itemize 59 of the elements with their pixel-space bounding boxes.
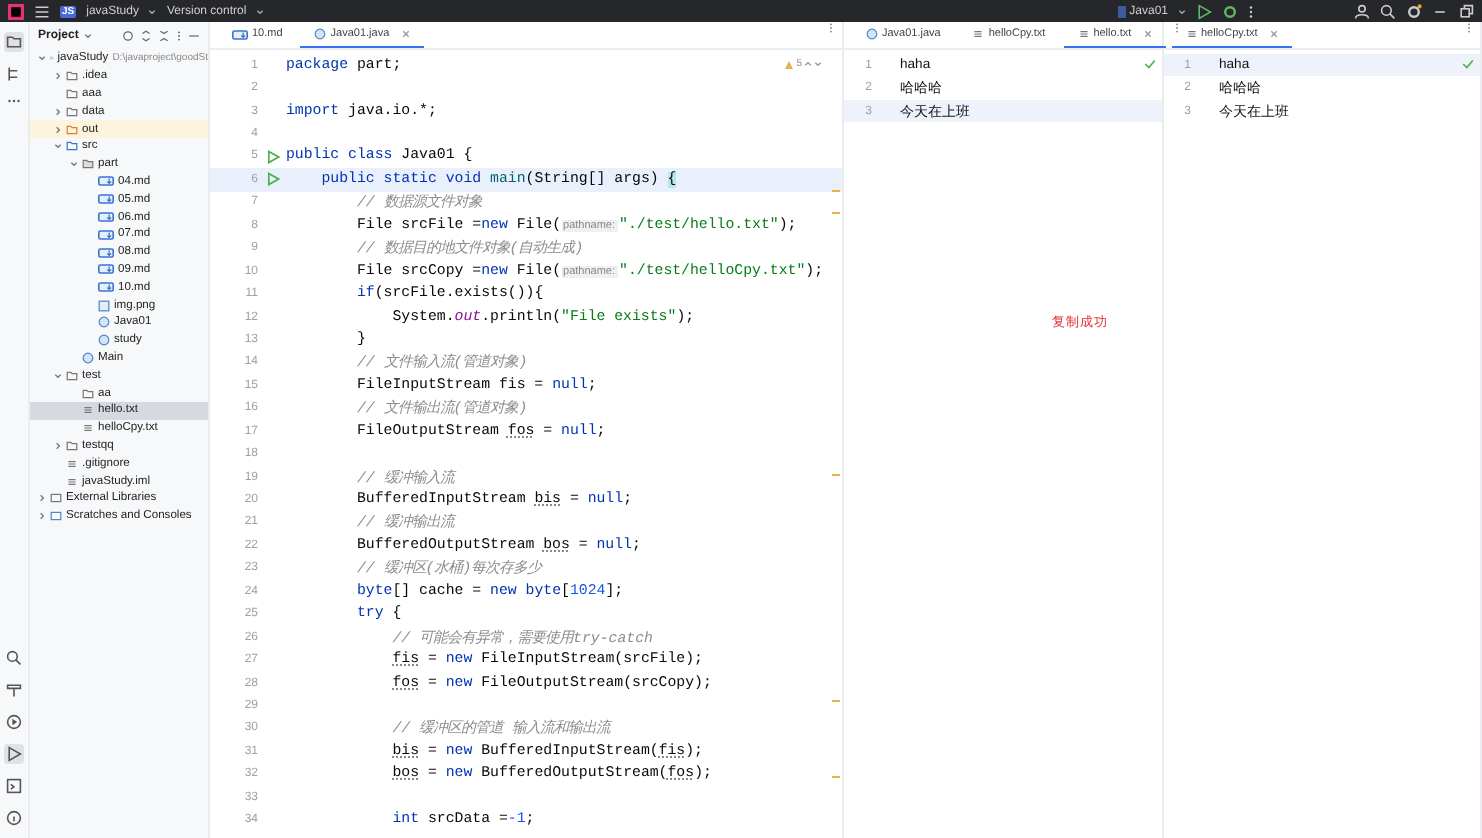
markdown-icon bbox=[232, 29, 248, 39]
chevron-icon[interactable] bbox=[38, 494, 46, 503]
hammer-icon[interactable] bbox=[4, 680, 24, 700]
person-icon[interactable] bbox=[1354, 3, 1370, 19]
search-icon[interactable] bbox=[4, 648, 24, 668]
chevron-down-icon[interactable] bbox=[1178, 7, 1186, 15]
chevron-down-icon[interactable] bbox=[148, 7, 157, 15]
chevron-down-icon[interactable] bbox=[84, 32, 93, 40]
markdown-icon bbox=[98, 229, 114, 240]
markdown-icon bbox=[98, 176, 114, 187]
collapse-all-icon[interactable] bbox=[158, 30, 170, 42]
run-icon[interactable] bbox=[265, 149, 279, 164]
folder-icon[interactable] bbox=[4, 32, 24, 52]
markdown-icon bbox=[98, 194, 114, 205]
library-icon bbox=[50, 492, 62, 505]
scratch-icon bbox=[50, 510, 62, 523]
class-icon bbox=[314, 28, 327, 40]
text-file-icon bbox=[1077, 28, 1090, 40]
settings-icon[interactable] bbox=[1406, 3, 1422, 19]
image-icon bbox=[98, 299, 110, 312]
chevron-icon[interactable] bbox=[54, 125, 62, 134]
check-icon bbox=[1143, 58, 1155, 70]
debug-icon[interactable] bbox=[1222, 3, 1238, 19]
search-icon[interactable] bbox=[1380, 3, 1396, 19]
run-icon[interactable] bbox=[1196, 3, 1212, 19]
services-icon[interactable] bbox=[4, 712, 24, 732]
class-icon bbox=[866, 28, 878, 40]
close-icon[interactable] bbox=[401, 30, 410, 38]
markdown-icon bbox=[98, 282, 114, 293]
chevron-icon[interactable] bbox=[54, 441, 62, 450]
expand-all-icon[interactable] bbox=[140, 30, 152, 42]
close-icon[interactable] bbox=[1143, 30, 1152, 38]
check-icon bbox=[1462, 58, 1474, 70]
chevron-up-icon[interactable] bbox=[804, 60, 812, 68]
more-icon[interactable] bbox=[1248, 3, 1254, 19]
menu-icon[interactable] bbox=[34, 3, 50, 19]
chevron-icon[interactable] bbox=[38, 512, 46, 521]
info-icon[interactable] bbox=[4, 808, 24, 828]
chevron-down-icon[interactable] bbox=[814, 60, 822, 68]
chevron-down-icon[interactable] bbox=[256, 7, 265, 15]
text-file-icon bbox=[66, 457, 78, 470]
more-icon[interactable] bbox=[4, 96, 24, 106]
folder-icon bbox=[66, 439, 78, 452]
text-file-icon bbox=[82, 422, 94, 435]
run-icon[interactable] bbox=[4, 744, 24, 764]
text-file-icon bbox=[66, 475, 78, 488]
markdown-icon bbox=[98, 212, 114, 223]
chevron-icon[interactable] bbox=[54, 107, 62, 116]
markdown-icon bbox=[98, 264, 114, 275]
terminal-icon[interactable] bbox=[4, 776, 24, 796]
app-logo-icon[interactable] bbox=[8, 3, 24, 19]
text-file-icon bbox=[972, 28, 985, 40]
text-file-icon bbox=[1185, 28, 1197, 40]
maximize-icon[interactable] bbox=[1458, 3, 1474, 19]
chevron-icon[interactable] bbox=[54, 72, 62, 81]
close-icon[interactable] bbox=[1269, 30, 1278, 38]
markdown-icon bbox=[98, 247, 114, 258]
target-icon[interactable] bbox=[122, 30, 134, 42]
text-file-icon bbox=[82, 404, 94, 417]
